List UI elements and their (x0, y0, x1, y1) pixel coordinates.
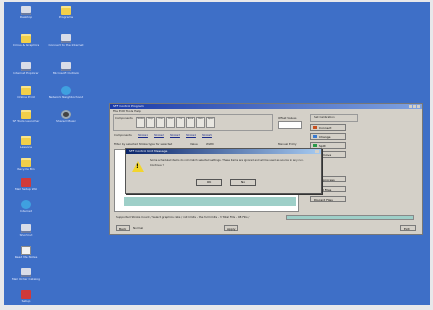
split-button[interactable]: Split (310, 142, 346, 149)
window-title: SFF Control Program (113, 104, 144, 108)
progress-bar (286, 215, 414, 220)
window-titlebar[interactable]: SFF Control Program (110, 104, 422, 109)
computer-icon (61, 34, 71, 43)
component-button[interactable]: Cut (176, 117, 185, 128)
disk-icon (61, 110, 71, 119)
discard-files-button[interactable]: Discard Files (310, 196, 346, 202)
computer-icon (21, 268, 31, 277)
window-controls (409, 105, 420, 108)
desktop-icon[interactable]: Online Print (4, 86, 48, 100)
back-button[interactable]: Back (116, 225, 130, 231)
folder-icon (21, 110, 31, 119)
apply-button[interactable]: Apply (224, 225, 238, 231)
change-icon (313, 135, 317, 138)
option-value[interactable]: Value (190, 143, 198, 146)
desktop-icon[interactable]: Mail Order Catalog (4, 268, 48, 282)
desktop-icon[interactable]: Setup (4, 290, 48, 304)
warning-mark: ! (136, 163, 139, 170)
tabs-label: Components (114, 133, 132, 137)
change-button[interactable]: Change (310, 133, 346, 140)
desktop-icon[interactable]: Shared Music (44, 110, 88, 124)
connect-label: Connect (319, 126, 332, 130)
desktop-icon[interactable]: Cirrus & Graphics (4, 34, 48, 48)
change-label: Change (319, 135, 331, 139)
desktop-icon[interactable]: Programs (44, 6, 88, 20)
desktop-icon[interactable]: Internet (4, 200, 48, 214)
components-label: Components (115, 116, 133, 120)
desktop-icon[interactable]: Desktop (4, 6, 48, 20)
filter-label: Filter by selected Stroke type for selec… (114, 142, 173, 146)
setup-icon (21, 290, 31, 299)
desktop-icon[interactable]: Connect to the Internet (44, 34, 88, 48)
globe-icon (21, 200, 31, 209)
desktop-icon[interactable]: Lessons (4, 136, 48, 150)
folder-icon (21, 158, 31, 167)
desktop-icon[interactable]: Recycle Bin (4, 158, 48, 172)
split-label: Split (319, 144, 326, 148)
minimize-icon[interactable] (409, 105, 412, 108)
selected-row-highlight (124, 197, 296, 206)
computer-icon (21, 6, 31, 15)
dialog-message: Some scheduled items do not match select… (150, 159, 304, 162)
tab-stroke2[interactable]: Stroke2 (154, 134, 164, 137)
offset-input[interactable] (278, 121, 302, 129)
computer-icon (61, 62, 71, 71)
status-text: Normal (133, 226, 144, 230)
component-button[interactable]: Cure (156, 117, 165, 128)
folder-icon (61, 6, 71, 15)
mail-setup-icon (21, 178, 31, 187)
photo-frame: Desktop Cirrus & Graphics Internet Explo… (0, 0, 433, 310)
calibration-header-label: Set Calibration (314, 115, 335, 119)
ok-button[interactable]: OK (196, 179, 222, 186)
option-manual[interactable]: Manual Entry (278, 143, 297, 146)
message-dialog: SFF Control Unit Message ! Some schedule… (126, 149, 321, 193)
computer-icon (21, 62, 31, 71)
split-icon (313, 144, 317, 147)
desktop-icon[interactable]: Microsoft Outlook (44, 62, 88, 76)
close-icon[interactable] (417, 105, 420, 108)
globe-icon (61, 86, 71, 95)
component-button[interactable]: Stroke (136, 117, 145, 128)
option-width[interactable]: Width (206, 143, 214, 146)
tab-stroke5[interactable]: Stroke5 (202, 134, 212, 137)
photo-frame-bottom (4, 305, 430, 310)
dialog-title: SFF Control Unit Message (129, 149, 168, 153)
document-icon (21, 246, 31, 255)
computer-icon (21, 224, 31, 233)
connect-button[interactable]: Connect (310, 124, 346, 131)
connect-icon (313, 126, 317, 129)
component-button[interactable]: Spool (206, 117, 215, 128)
exit-button[interactable]: Exit (400, 225, 416, 231)
component-button[interactable]: Print (166, 117, 175, 128)
desktop-icon[interactable]: Shortcut (4, 224, 48, 238)
desktop-icon[interactable]: Read Me Notes (4, 246, 48, 260)
desktop-icon[interactable]: SF Tools Launcher (4, 110, 48, 124)
dialog-question: Continue ? (150, 164, 164, 167)
close-icon[interactable] (315, 150, 319, 153)
tab-stroke3[interactable]: Stroke3 (170, 134, 180, 137)
tab-stroke1[interactable]: Stroke1 (138, 134, 148, 137)
maximize-icon[interactable] (413, 105, 416, 108)
desktop-icon[interactable]: Network Neighborhood (44, 86, 88, 100)
folder-icon (21, 34, 31, 43)
component-button[interactable]: Pack (196, 117, 205, 128)
component-button[interactable]: Bend (186, 117, 195, 128)
desktop-icon[interactable]: Mail Setup Wiz (4, 178, 48, 192)
desktop-icon[interactable]: Internet Explorer (4, 62, 48, 76)
menu-bar[interactable]: File Edit Tools Help (110, 109, 422, 113)
dialog-titlebar[interactable]: SFF Control Unit Message (126, 149, 321, 154)
tab-stroke4[interactable]: Stroke4 (186, 134, 196, 137)
folder-icon (21, 136, 31, 145)
folder-icon (21, 86, 31, 95)
offset-label: Offset Values (278, 116, 297, 120)
component-button[interactable]: Prep (146, 117, 155, 128)
footer-text: Supported Stroke Count / Select graphics… (116, 215, 250, 219)
cancel-button[interactable]: No (230, 179, 256, 186)
calibration-header[interactable]: Set Calibration (310, 114, 358, 122)
